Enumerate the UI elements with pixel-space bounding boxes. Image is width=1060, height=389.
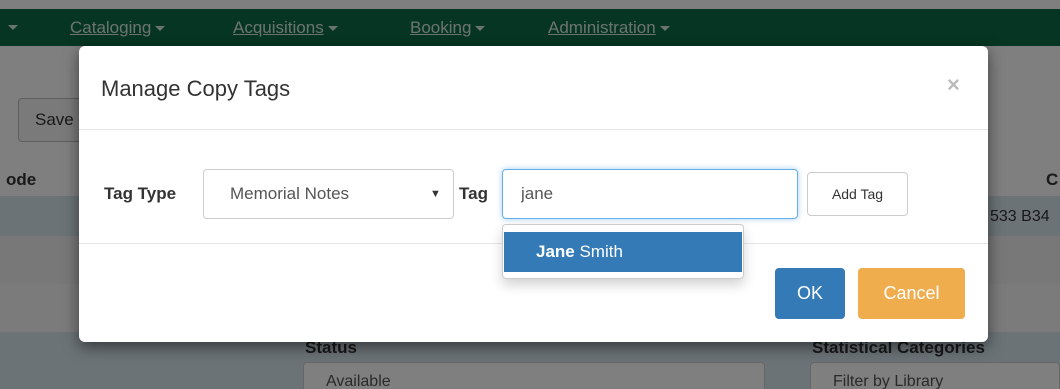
tag-label: Tag — [459, 184, 488, 203]
tag-type-select[interactable]: Memorial Notes ▼ — [203, 169, 454, 219]
ok-button[interactable]: OK — [775, 268, 845, 319]
manage-copy-tags-dialog: Manage Copy Tags × Tag Type Memorial Not… — [79, 46, 988, 342]
modal-title: Manage Copy Tags — [101, 76, 291, 101]
tag-input[interactable] — [502, 169, 798, 219]
suggestion-item[interactable]: Jane Smith — [504, 232, 742, 272]
tag-type-value: Memorial Notes — [230, 184, 350, 203]
add-tag-button[interactable]: Add Tag — [807, 172, 908, 216]
modal-header: Manage Copy Tags × — [79, 46, 988, 130]
suggestion-rest: Smith — [574, 242, 623, 261]
tag-suggestions-dropdown: Jane Smith — [502, 224, 744, 279]
cancel-button[interactable]: Cancel — [858, 268, 965, 319]
close-icon[interactable]: × — [947, 72, 960, 98]
dropdown-arrow-icon: ▼ — [430, 188, 441, 200]
tag-type-label: Tag Type — [104, 184, 177, 203]
suggestion-match: Jane — [536, 242, 575, 261]
